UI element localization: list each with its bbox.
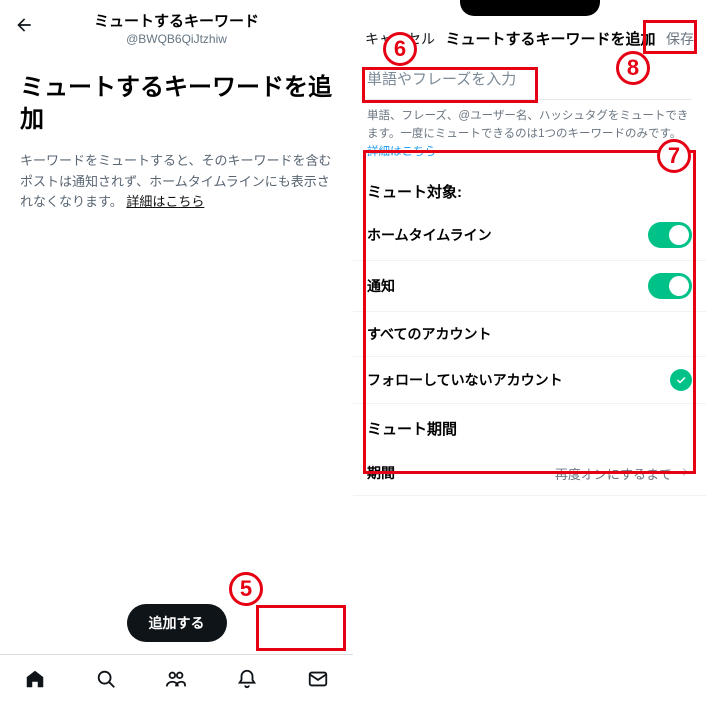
left-header-subtitle: @BWQB6QiJtzhiw <box>14 32 339 46</box>
row-all-accounts-label: すべてのアカウント <box>367 324 692 344</box>
cancel-button[interactable]: キャンセル <box>365 29 435 49</box>
row-notifications-label: 通知 <box>367 276 648 296</box>
row-period-value: 再度オンにするまで <box>555 464 672 483</box>
save-button[interactable]: 保存 <box>666 29 694 49</box>
row-home-timeline-label: ホームタイムライン <box>367 225 648 245</box>
check-icon <box>675 374 687 386</box>
left-header-titles: ミュートするキーワード @BWQB6QiJtzhiw <box>14 10 339 46</box>
bell-icon <box>236 668 258 690</box>
help-text-body: 単語、フレーズ、@ユーザー名、ハッシュタグをミュートできます。一度にミュートでき… <box>367 110 688 140</box>
screen-muted-keywords-list: ミュートするキーワード @BWQB6QiJtzhiw ミュートするキーワードを追… <box>0 0 353 702</box>
section-mute-period-label: ミュート期間 <box>367 418 692 439</box>
right-header-title: ミュートするキーワードを追加 <box>435 28 666 49</box>
keyword-input[interactable] <box>367 71 692 88</box>
right-header: キャンセル ミュートするキーワードを追加 保存 <box>353 22 706 55</box>
nav-communities[interactable] <box>165 668 187 690</box>
screen-add-muted-keyword: キャンセル ミュートするキーワードを追加 保存 単語、フレーズ、@ユーザー名、ハ… <box>353 0 706 702</box>
row-notifications[interactable]: 通知 <box>353 261 706 312</box>
add-button[interactable]: 追加する <box>127 604 227 642</box>
search-icon <box>95 668 117 690</box>
nav-home[interactable] <box>24 668 46 690</box>
section-mute-period: ミュート期間 <box>353 404 706 451</box>
left-main: ミュートするキーワードを追加 キーワードをミュートすると、そのキーワードを含むポ… <box>0 52 353 213</box>
row-home-timeline[interactable]: ホームタイムライン <box>353 210 706 261</box>
left-description: キーワードをミュートすると、そのキーワードを含むポストは通知されず、ホームタイム… <box>20 151 333 213</box>
people-icon <box>165 668 187 690</box>
nav-notifications[interactable] <box>236 668 258 690</box>
toggle-notifications[interactable] <box>648 273 692 299</box>
row-period[interactable]: 期間 再度オンにするまで <box>353 451 706 496</box>
left-learn-more-link[interactable]: 詳細はこちら <box>126 194 204 209</box>
divider <box>367 99 692 100</box>
nav-search[interactable] <box>95 668 117 690</box>
chevron-right-icon <box>678 465 692 482</box>
nav-messages[interactable] <box>307 668 329 690</box>
bottom-nav <box>0 654 353 702</box>
row-not-following-label: フォローしていないアカウント <box>367 370 670 390</box>
left-header-title: ミュートするキーワード <box>14 10 339 31</box>
help-text: 単語、フレーズ、@ユーザー名、ハッシュタグをミュートできます。一度にミュートでき… <box>353 108 706 171</box>
toggle-home-timeline[interactable] <box>648 222 692 248</box>
radio-not-following[interactable] <box>670 369 692 391</box>
section-mute-target: ミュート対象: <box>353 171 706 210</box>
keyword-input-row <box>353 55 706 99</box>
left-heading: ミュートするキーワードを追加 <box>20 72 333 137</box>
left-header: ミュートするキーワード @BWQB6QiJtzhiw <box>0 0 353 52</box>
row-not-following[interactable]: フォローしていないアカウント <box>353 357 706 404</box>
row-all-accounts[interactable]: すべてのアカウント <box>353 312 706 357</box>
mail-icon <box>307 668 329 690</box>
device-notch <box>460 0 600 16</box>
row-period-label: 期間 <box>367 463 555 483</box>
home-icon <box>24 668 46 690</box>
help-learn-more-link[interactable]: 詳細はこちら <box>367 146 436 158</box>
